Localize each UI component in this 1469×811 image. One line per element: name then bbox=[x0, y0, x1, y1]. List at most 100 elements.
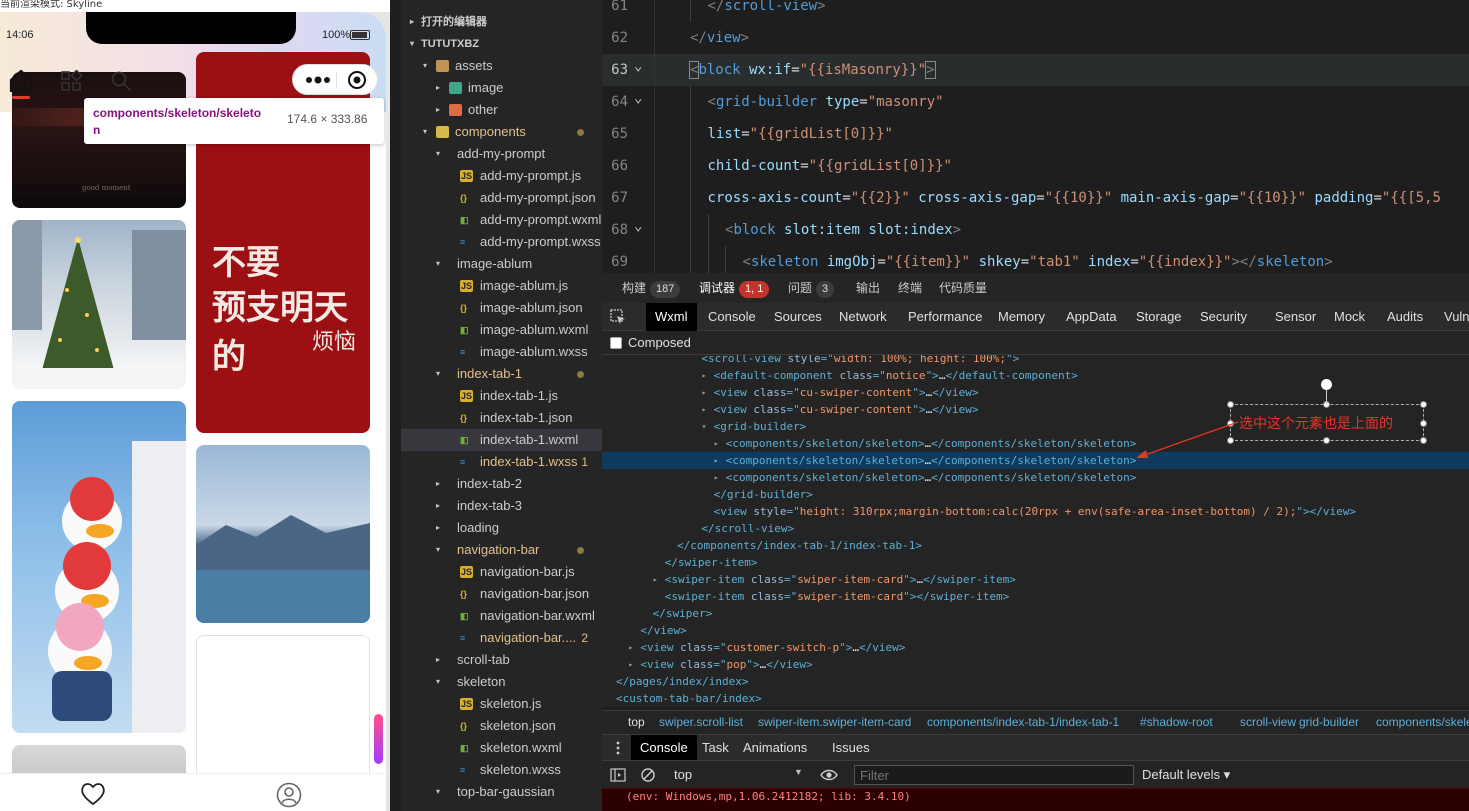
breadcrumb-item[interactable]: swiper-item.swiper-item-card bbox=[758, 715, 911, 729]
expand-arrow-icon[interactable]: ▸ bbox=[702, 384, 707, 401]
scroll-indicator[interactable] bbox=[374, 714, 383, 764]
panel-tab-sources[interactable]: Sources bbox=[774, 303, 822, 331]
tree-file[interactable]: ◧ add-my-prompt.wxml bbox=[401, 209, 602, 231]
fold-chevron-icon[interactable]: ⌄ bbox=[634, 210, 642, 242]
breadcrumb-item[interactable]: swiper.scroll-list bbox=[659, 715, 743, 729]
image-card-lake[interactable] bbox=[196, 445, 370, 623]
dom-node[interactable]: ▸ <components/skeleton/skeleton>…</compon… bbox=[602, 469, 1469, 486]
inspect-element-icon[interactable] bbox=[610, 309, 626, 325]
expand-arrow-icon[interactable]: ▸ bbox=[628, 639, 633, 656]
fold-chevron-icon[interactable]: ⌄ bbox=[634, 50, 642, 82]
tree-file[interactable]: {} add-my-prompt.json bbox=[401, 187, 602, 209]
tree-folder[interactable]: ▸ 打开的编辑器 bbox=[401, 11, 602, 33]
chevron-icon[interactable]: ▾ bbox=[433, 253, 443, 275]
panel-tab-network[interactable]: Network bbox=[839, 303, 887, 331]
dom-node[interactable]: ▸ <view class="customer-switch-p">…</view… bbox=[602, 639, 1469, 656]
tree-file[interactable]: ◧ image-ablum.wxml bbox=[401, 319, 602, 341]
expand-arrow-icon[interactable]: ▸ bbox=[714, 435, 719, 452]
chevron-icon[interactable]: ▸ bbox=[407, 11, 417, 33]
tree-file[interactable]: ◧ navigation-bar.wxml bbox=[401, 605, 602, 627]
tree-file[interactable]: {} index-tab-1.json bbox=[401, 407, 602, 429]
debug-tab[interactable]: 输出 bbox=[856, 273, 880, 303]
dom-node[interactable]: </swiper-item> bbox=[602, 554, 1469, 571]
dom-node[interactable]: ▸ <view class="cu-swiper-content">…</view… bbox=[602, 384, 1469, 401]
resize-handle[interactable] bbox=[1227, 401, 1234, 408]
search-icon[interactable] bbox=[110, 70, 132, 92]
kebab-menu-icon[interactable] bbox=[616, 741, 620, 755]
panel-tab-security[interactable]: Security bbox=[1200, 303, 1247, 331]
tree-file[interactable]: {} image-ablum.json bbox=[401, 297, 602, 319]
rotate-handle[interactable] bbox=[1321, 379, 1332, 390]
code-editor[interactable]: 61 </scroll-view> 62 </view> 63 ⌄ <block wx:if… bbox=[602, 0, 1469, 273]
chevron-icon[interactable]: ▾ bbox=[433, 143, 443, 165]
code-line[interactable]: 61 </scroll-view> bbox=[602, 0, 1469, 22]
panel-tab-sensor[interactable]: Sensor bbox=[1275, 303, 1316, 331]
chevron-icon[interactable]: ▸ bbox=[433, 77, 443, 99]
tree-folder[interactable]: ▸ other bbox=[401, 99, 602, 121]
debug-tab[interactable]: 问题 3 bbox=[788, 273, 835, 303]
code-line[interactable]: 65 list="{{gridList[0]}}" bbox=[602, 118, 1469, 150]
chevron-icon[interactable]: ▾ bbox=[420, 121, 430, 143]
tree-folder[interactable]: ▸ index-tab-3 bbox=[401, 495, 602, 517]
chevron-icon[interactable]: ▸ bbox=[433, 99, 443, 121]
tree-file[interactable]: JS image-ablum.js bbox=[401, 275, 602, 297]
debug-tab[interactable]: 构建 187 bbox=[622, 273, 681, 303]
debug-tab[interactable]: 调试器 1, 1 bbox=[699, 273, 770, 303]
code-line[interactable]: 68 ⌄ <block slot:item slot:index> bbox=[602, 214, 1469, 246]
sidebar-toggle-icon[interactable] bbox=[610, 767, 626, 783]
composed-checkbox[interactable] bbox=[610, 337, 622, 349]
tree-file[interactable]: ≡ navigation-bar.... 2 bbox=[401, 627, 602, 649]
chevron-icon[interactable]: ▸ bbox=[433, 649, 443, 671]
tree-folder[interactable]: ▾ top-bar-gaussian bbox=[401, 781, 602, 803]
tree-file[interactable]: ◧ index-tab-1.wxml bbox=[401, 429, 602, 451]
dom-node[interactable]: </pages/index/index> bbox=[602, 673, 1469, 690]
tree-file[interactable]: {} skeleton.json bbox=[401, 715, 602, 737]
dom-node[interactable]: ▸ <components/skeleton/skeleton>…</compon… bbox=[602, 452, 1469, 469]
dom-node[interactable]: <custom-tab-bar/index> bbox=[602, 690, 1469, 707]
chevron-icon[interactable]: ▸ bbox=[433, 495, 443, 517]
debug-tab[interactable]: 终端 bbox=[898, 273, 922, 303]
panel-tab-console[interactable]: Console bbox=[708, 303, 756, 331]
tree-file[interactable]: JS index-tab-1.js bbox=[401, 385, 602, 407]
tree-file[interactable]: ≡ image-ablum.wxss bbox=[401, 341, 602, 363]
tree-folder[interactable]: ▸ index-tab-2 bbox=[401, 473, 602, 495]
chevron-icon[interactable]: ▸ bbox=[433, 473, 443, 495]
tree-folder[interactable]: ▸ scroll-tab bbox=[401, 649, 602, 671]
expand-arrow-icon[interactable]: ▸ bbox=[628, 656, 633, 673]
dom-node[interactable]: ▸ <swiper-item class="swiper-item-card">…… bbox=[602, 571, 1469, 588]
panel-tab-audits[interactable]: Audits bbox=[1387, 303, 1423, 331]
breadcrumb-item[interactable]: components/index-tab-1/index-tab-1 bbox=[927, 715, 1119, 729]
chevron-icon[interactable]: ▾ bbox=[433, 363, 443, 385]
tree-folder[interactable]: ▾ add-my-prompt bbox=[401, 143, 602, 165]
tree-folder[interactable]: ▾ TUTUTXBZ bbox=[401, 33, 602, 55]
code-line[interactable]: 67 cross-axis-count="{{2}}" cross-axis-ga… bbox=[602, 182, 1469, 214]
home-icon[interactable] bbox=[8, 68, 34, 94]
tree-folder[interactable]: ▾ skeleton bbox=[401, 671, 602, 693]
expand-arrow-icon[interactable]: ▸ bbox=[702, 367, 707, 384]
chevron-icon[interactable]: ▸ bbox=[433, 517, 443, 539]
dom-node[interactable]: </grid-builder> bbox=[602, 486, 1469, 503]
resize-handle[interactable] bbox=[1420, 437, 1427, 444]
grid-icon[interactable] bbox=[60, 70, 82, 92]
code-line[interactable]: 69 <skeleton imgObj="{{item}}" shkey="tab… bbox=[602, 246, 1469, 273]
tree-folder[interactable]: ▸ image bbox=[401, 77, 602, 99]
tree-file[interactable]: JS skeleton.js bbox=[401, 693, 602, 715]
log-levels-select[interactable]: Default levels ▾ bbox=[1142, 767, 1230, 783]
filter-input[interactable] bbox=[854, 765, 1134, 785]
dom-node[interactable]: </scroll-view> bbox=[602, 520, 1469, 537]
more-icon[interactable] bbox=[303, 73, 333, 87]
dom-node[interactable]: ▸ <view class="pop">…</view> bbox=[602, 656, 1469, 673]
dom-node[interactable]: <view style="height: 310rpx;margin-botto… bbox=[602, 503, 1469, 520]
image-card-plush-toys[interactable] bbox=[12, 401, 186, 733]
panel-tab-appdata[interactable]: AppData bbox=[1066, 303, 1117, 331]
tree-file[interactable]: {} navigation-bar.json bbox=[401, 583, 602, 605]
image-card-christmas-tree[interactable] bbox=[12, 220, 186, 389]
breadcrumb-item[interactable]: grid-builder bbox=[1299, 715, 1359, 729]
dom-node[interactable]: <swiper-item class="swiper-item-card"></… bbox=[602, 588, 1469, 605]
eye-icon[interactable] bbox=[820, 768, 838, 782]
panel-tab-mock[interactable]: Mock bbox=[1334, 303, 1365, 331]
code-line[interactable]: 63 ⌄ <block wx:if="{{isMasonry}}"> bbox=[602, 54, 1469, 86]
resize-handle[interactable] bbox=[1420, 401, 1427, 408]
panel-tab-memory[interactable]: Memory bbox=[998, 303, 1045, 331]
dom-node[interactable]: ▸ <default-component class="notice">…</de… bbox=[602, 367, 1469, 384]
